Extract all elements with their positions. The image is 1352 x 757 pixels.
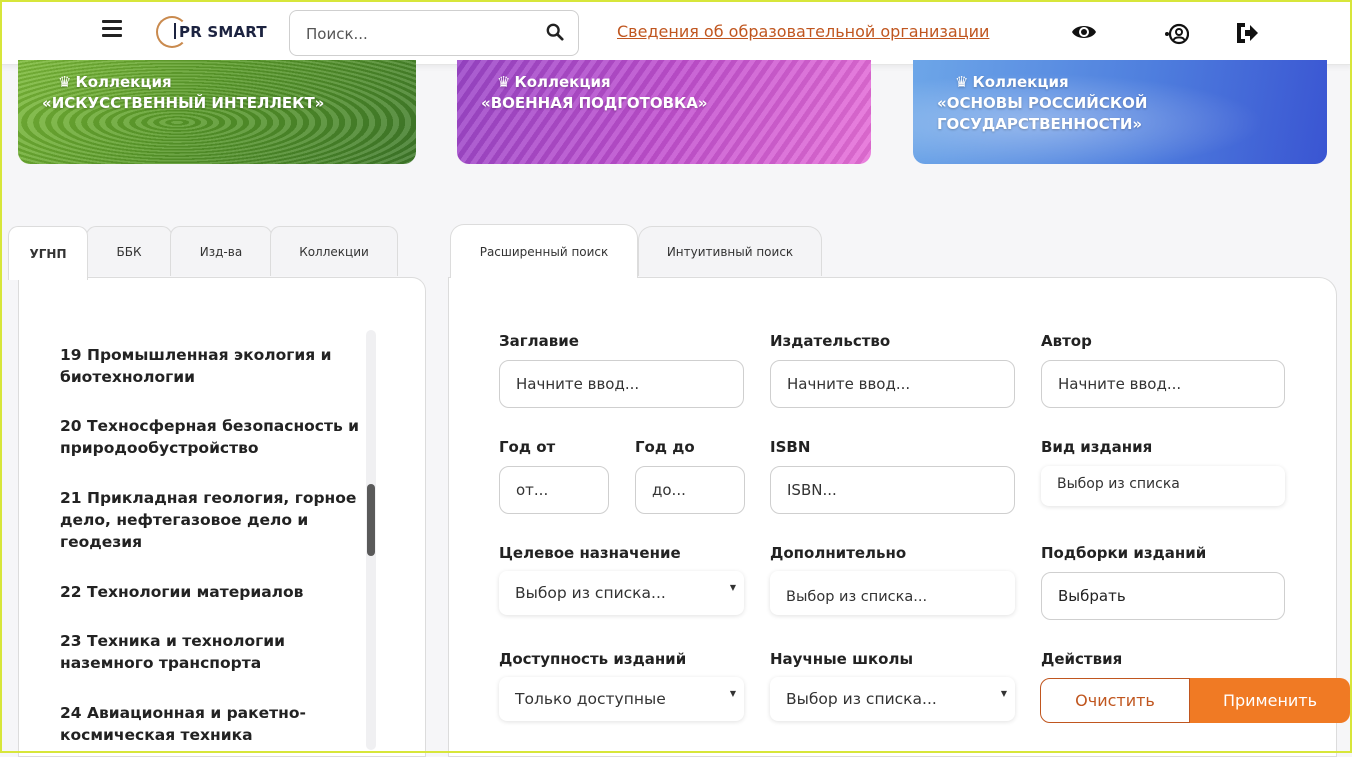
isbn-label: ISBN [770,438,811,456]
author-label: Автор [1041,332,1092,350]
collection-banner-ai[interactable]: ♛ Коллекция «ИСКУССТВЕННЫЙ ИНТЕЛЛЕКТ» [18,60,416,164]
author-input[interactable] [1041,360,1285,408]
category-item[interactable]: 21 Прикладная геология, горное дело, неф… [60,487,360,553]
edition-type-select[interactable]: Выбор из списка [1041,466,1285,506]
schools-select[interactable]: Выбор из списка... ▼ [770,677,1015,721]
tab-ugnp[interactable]: УГНП [8,226,88,280]
collections-label: Подборки изданий [1041,544,1207,562]
crown-icon: ♛ [497,73,511,91]
purpose-label: Целевое назначение [499,544,681,562]
title-input[interactable] [499,360,744,408]
menu-icon[interactable] [102,20,122,38]
availability-value: Только доступные [515,690,666,708]
top-header: PR SMART Сведения об образовательной орг… [0,0,1352,65]
category-scroll-thumb[interactable] [367,484,375,556]
category-item[interactable]: 19 Промышленная экология и биотехнологии [60,344,360,388]
schools-label: Научные школы [770,650,914,668]
collection-banner-military[interactable]: ♛ Коллекция «ВОЕННАЯ ПОДГОТОВКА» [457,60,871,164]
collection-banner-statehood[interactable]: ♛ Коллекция «ОСНОВЫ РОССИЙСКОЙ ГОСУДАРСТВ… [913,60,1327,164]
logout-icon[interactable] [1234,20,1260,46]
org-info-link[interactable]: Сведения об образовательной организации [617,22,989,41]
additional-value: Выбор из списка... [786,589,928,605]
isbn-input[interactable] [770,466,1015,514]
banner-label: Коллекция [514,73,611,91]
banner-title-line1: «ОСНОВЫ РОССИЙСКОЙ [937,94,1148,112]
year-to-input[interactable] [635,466,745,514]
banner-label: Коллекция [75,73,172,91]
availability-label: Доступность изданий [499,650,687,668]
caret-down-icon: ▼ [1000,689,1007,698]
search-input[interactable] [304,11,538,57]
availability-select[interactable]: Только доступные ▼ [499,677,744,721]
actions-label: Действия [1041,650,1123,668]
purpose-select[interactable]: Выбор из списка... ▼ [499,571,744,615]
category-item[interactable]: 22 Технологии материалов [60,581,360,603]
tab-collections[interactable]: Коллекции [270,226,398,276]
edition-type-value: Выбор из списка [1057,476,1180,492]
year-from-input[interactable] [499,466,609,514]
banner-title: «ВОЕННАЯ ПОДГОТОВКА» [481,94,708,112]
logo-text: PR SMART [174,23,267,41]
crown-icon: ♛ [58,73,72,91]
clear-button[interactable]: Очистить [1040,678,1190,723]
additional-label: Дополнительно [770,544,907,562]
purpose-value: Выбор из списка... [515,584,666,602]
schools-value: Выбор из списка... [786,690,937,708]
banner-label: Коллекция [972,73,1069,91]
eye-icon[interactable] [1071,19,1097,45]
caret-down-icon: ▼ [729,689,736,698]
category-item[interactable]: 23 Техника и технологии наземного трансп… [60,630,360,674]
year-to-label: Год до [635,438,695,456]
additional-select[interactable]: Выбор из списка... [770,571,1015,615]
banner-title-line2: ГОСУДАРСТВЕННОСТИ» [937,115,1143,133]
publisher-input[interactable] [770,360,1015,408]
apply-button[interactable]: Применить [1190,678,1350,723]
tab-publishers[interactable]: Изд-ва [170,226,272,276]
year-from-label: Год от [499,438,556,456]
search-box [289,10,579,57]
category-item[interactable]: 20 Техносферная безопасность и природооб… [60,415,360,459]
crown-icon: ♛ [955,73,969,91]
tab-intuitive-search[interactable]: Интуитивный поиск [638,226,822,276]
caret-down-icon: ▼ [729,583,736,592]
logo[interactable]: PR SMART [156,15,267,49]
edition-type-label: Вид издания [1041,438,1153,456]
collections-select[interactable]: Выбрать [1041,572,1285,620]
tab-advanced-search[interactable]: Расширенный поиск [450,224,638,278]
collections-value: Выбрать [1058,587,1126,605]
search-icon[interactable] [546,23,564,41]
title-label: Заглавие [499,332,579,350]
category-item[interactable]: 24 Авиационная и ракетно-космическая тех… [60,702,360,746]
user-account-icon[interactable] [1163,21,1189,47]
banner-title: «ИСКУССТВЕННЫЙ ИНТЕЛЛЕКТ» [42,94,325,112]
publisher-label: Издательство [770,332,891,350]
tab-bbk[interactable]: ББК [86,226,172,276]
